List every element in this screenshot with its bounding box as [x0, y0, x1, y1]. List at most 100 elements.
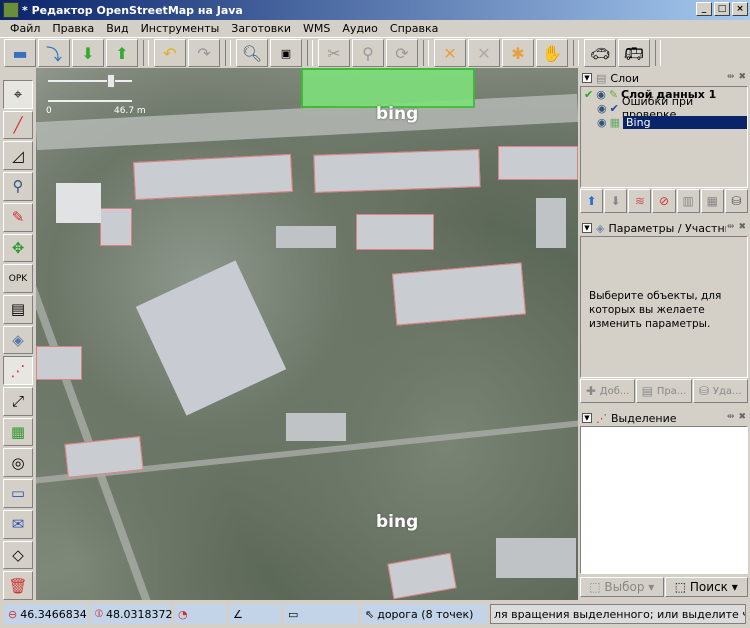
merge-button[interactable]: ▥	[676, 189, 700, 213]
trash-icon: ⛁	[699, 384, 710, 398]
trash-toggle[interactable]: 🗑︎	[3, 571, 33, 600]
relations-toggle[interactable]: ⤢	[3, 387, 33, 416]
park-area[interactable]	[301, 68, 475, 108]
selection-list-icon: ⋰	[10, 361, 26, 380]
activate-button[interactable]: ≋	[628, 189, 652, 213]
layer-row[interactable]: ◉ ✔ Ошибки при проверке	[581, 95, 747, 121]
visible-eye-icon[interactable]: ◉	[597, 102, 607, 115]
close-button[interactable]: ×	[732, 2, 748, 16]
select-button[interactable]: ⬚ Выбор ▾	[580, 577, 664, 597]
bing-watermark: bing	[376, 512, 419, 532]
zoom-preview-button[interactable]: 🔍︎	[236, 39, 268, 67]
selection-list-icon: ⋰	[596, 411, 607, 425]
edit-tag-button[interactable]: ▤ Пра...	[636, 379, 692, 403]
parallel-button[interactable]: OPK	[3, 264, 33, 293]
longitude-value: 48.0318372	[106, 607, 173, 621]
menu-tools[interactable]: Инструменты	[135, 22, 226, 35]
triangle-icon: ◿	[12, 146, 24, 165]
map-view[interactable]: bing bing 0 46.7 m	[36, 68, 578, 600]
bus-button[interactable]: 🚌︎	[618, 39, 650, 67]
maximize-button[interactable]: □	[714, 2, 730, 16]
zoom-mode-button[interactable]: ⚲	[3, 172, 33, 201]
panel-title: Выделение	[611, 411, 677, 425]
refresh-button[interactable]: ⟳	[386, 39, 418, 67]
combine-button[interactable]: ⚲	[352, 39, 384, 67]
visible-eye-icon[interactable]: ◉	[597, 116, 607, 129]
building[interactable]	[36, 346, 82, 380]
menu-wms[interactable]: WMS	[297, 22, 336, 35]
show-hide-button[interactable]: ⊘	[652, 189, 676, 213]
close-panel-icon[interactable]: ✖	[738, 72, 746, 82]
tags-toggle[interactable]: ◈	[3, 325, 33, 355]
building[interactable]	[391, 262, 527, 326]
collapse-toggle[interactable]: ▼	[582, 73, 592, 83]
align-button[interactable]: ✕	[468, 39, 500, 67]
close-panel-icon[interactable]: ✖	[738, 412, 746, 422]
selection-toggle[interactable]: ⋰	[3, 356, 33, 386]
bing-watermark: bing	[376, 104, 419, 124]
menu-help[interactable]: Справка	[384, 22, 444, 35]
menu-edit[interactable]: Правка	[46, 22, 100, 35]
tag-icon: ◈	[596, 221, 605, 235]
zoom-slider[interactable]	[48, 74, 132, 88]
measure-button[interactable]: ◿	[3, 141, 33, 171]
minimize-button[interactable]: _	[696, 2, 712, 16]
menu-view[interactable]: Вид	[100, 22, 134, 35]
visible-eye-icon[interactable]: ◉	[596, 88, 606, 101]
collapse-toggle[interactable]: ▼	[582, 413, 592, 423]
help-message: ля вращения выделенного; или выделите чт…	[490, 604, 746, 624]
close-panel-icon[interactable]: ✖	[738, 222, 746, 232]
building[interactable]	[387, 552, 457, 600]
download-button[interactable]: ⤵	[38, 39, 70, 67]
split-way-button[interactable]: ✂	[318, 39, 350, 67]
building[interactable]	[356, 214, 434, 250]
orthogonal-icon: ✕	[443, 43, 457, 63]
delete-tag-button[interactable]: ⛁ Уда...	[692, 379, 748, 403]
layer-row[interactable]: ◉ ▦ Bing	[581, 115, 747, 129]
commands-toggle[interactable]: ▦	[3, 417, 33, 447]
car-button[interactable]: 🚗︎	[584, 39, 616, 67]
orthogonalize-button[interactable]: ✕	[434, 39, 466, 67]
building[interactable]	[498, 146, 578, 180]
validator-check-icon: ✔	[609, 101, 619, 115]
building[interactable]	[100, 208, 132, 246]
delete-mode-button[interactable]: ✎	[3, 202, 33, 232]
preferences-button[interactable]: ▣	[270, 39, 302, 67]
menu-presets[interactable]: Заготовки	[225, 22, 297, 35]
undock-icon[interactable]: ⇹	[727, 72, 735, 82]
redo-button[interactable]: ↷	[188, 39, 220, 67]
move-down-button[interactable]: ⬇	[604, 189, 628, 213]
scale-ruler	[48, 100, 132, 102]
menu-file[interactable]: Файл	[4, 22, 46, 35]
history-icon: ▭	[10, 484, 26, 503]
duplicate-button[interactable]: ▦	[700, 189, 724, 213]
validator-toggle[interactable]: ◎	[3, 448, 33, 478]
select-mode-button[interactable]: ⌖	[3, 80, 33, 109]
download-data-button[interactable]: ⬇	[72, 39, 104, 67]
layers-toggle[interactable]: ▤	[3, 294, 33, 324]
extrude-button[interactable]: ✥	[3, 233, 33, 263]
undo-button[interactable]: ↶	[154, 39, 186, 67]
selection-list[interactable]	[580, 426, 748, 574]
open-button[interactable]: ▬	[4, 39, 36, 67]
menu-audio[interactable]: Аудио	[336, 22, 384, 35]
menu-bar: Файл Правка Вид Инструменты Заготовки WM…	[0, 20, 750, 37]
conflict-toggle[interactable]: ✉	[3, 509, 33, 539]
building[interactable]	[313, 149, 481, 193]
add-tag-button[interactable]: ✚ Доб...	[580, 379, 636, 403]
collapse-toggle[interactable]: ▼	[582, 223, 592, 233]
node-button[interactable]: ✱	[502, 39, 534, 67]
hand-button[interactable]: ✋	[536, 39, 568, 67]
zoom-slider-knob[interactable]	[107, 74, 115, 88]
delete-layer-button[interactable]: ⛁	[724, 189, 748, 213]
merge-icon: ▥	[682, 194, 694, 208]
filter-toggle[interactable]: ◇	[3, 540, 33, 570]
history-toggle[interactable]: ▭	[3, 479, 33, 508]
move-up-button[interactable]: ⬆	[580, 189, 604, 213]
undock-icon[interactable]: ⇹	[727, 222, 735, 232]
draw-mode-button[interactable]: ╱	[3, 110, 33, 140]
upload-button[interactable]: ⬆	[106, 39, 138, 67]
building[interactable]	[133, 153, 293, 201]
undock-icon[interactable]: ⇹	[727, 412, 735, 422]
search-button[interactable]: ⬚ Поиск ▾	[664, 577, 748, 597]
